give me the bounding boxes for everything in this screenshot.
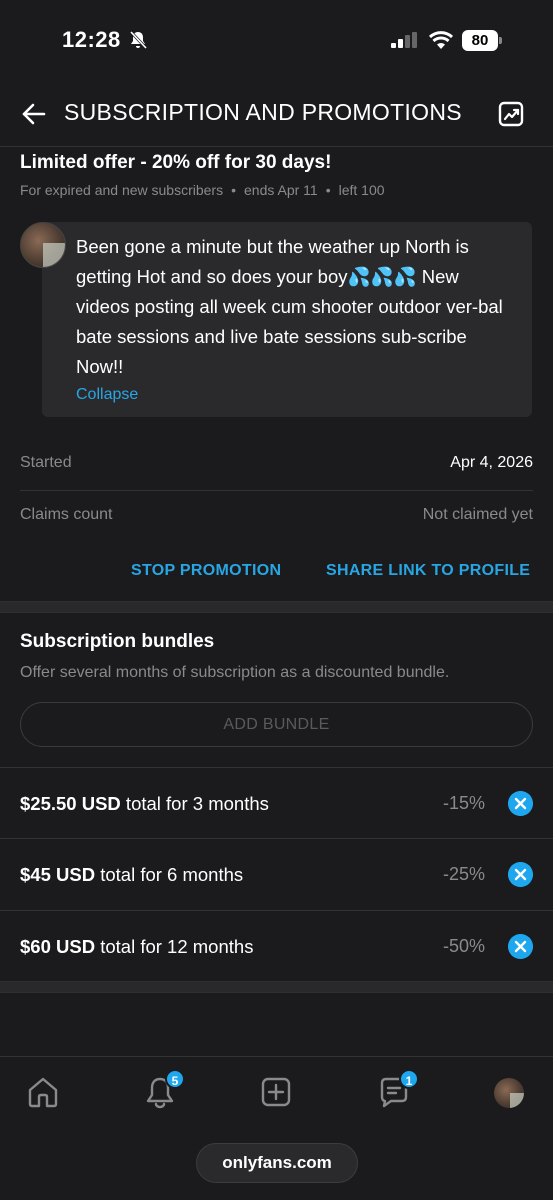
stop-promotion-button[interactable]: STOP PROMOTION <box>131 562 281 580</box>
bundle-discount: -25% <box>442 864 485 884</box>
bundles-title: Subscription bundles <box>20 631 215 652</box>
home-icon[interactable] <box>26 1075 60 1109</box>
back-arrow-icon[interactable] <box>20 100 48 128</box>
statistics-chart-icon[interactable] <box>497 100 525 128</box>
notifications-button[interactable]: 5 <box>143 1069 185 1109</box>
bundle-row: $45 USD total for 6 months -25% <box>0 838 553 910</box>
promotion-title: Limited offer - 20% off for 30 days! <box>20 152 332 173</box>
bundle-duration: total for 3 months <box>120 793 269 814</box>
section-separator <box>0 601 553 613</box>
claims-row: Claims count Not claimed yet <box>20 506 533 524</box>
app-header: SUBSCRIPTION AND PROMOTIONS <box>0 80 553 147</box>
profile-avatar[interactable] <box>494 1078 524 1108</box>
section-separator <box>0 981 553 993</box>
collapse-link[interactable]: Collapse <box>76 386 514 404</box>
started-row: Started Apr 4, 2026 <box>20 454 533 472</box>
bundle-duration: total for 12 months <box>95 936 254 957</box>
promotion-message: Been gone a minute but the weather up No… <box>76 236 503 377</box>
divider <box>20 490 533 491</box>
wifi-icon <box>428 31 454 49</box>
add-post-icon[interactable] <box>259 1075 293 1109</box>
remove-bundle-icon[interactable] <box>508 791 533 816</box>
share-link-button[interactable]: SHARE LINK TO PROFILE <box>326 562 530 580</box>
started-label: Started <box>20 454 72 471</box>
bundle-price: $60 USD <box>20 936 96 957</box>
bundle-description: $25.50 USD total for 3 months <box>20 793 269 815</box>
promotion-left: left 100 <box>338 182 385 198</box>
battery-level: 80 <box>462 30 498 51</box>
remove-bundle-icon[interactable] <box>508 862 533 887</box>
promotion-ends: ends Apr 11 <box>244 182 318 198</box>
browser-url-pill[interactable]: onlyfans.com <box>196 1143 358 1183</box>
claims-label: Claims count <box>20 506 113 523</box>
bundle-description: $60 USD total for 12 months <box>20 936 253 958</box>
clock: 12:28 <box>62 27 121 52</box>
bundle-row: $25.50 USD total for 3 months -15% <box>0 767 553 839</box>
bundle-duration: total for 6 months <box>95 864 244 885</box>
bell-off-icon <box>129 30 148 50</box>
notifications-badge: 5 <box>165 1069 185 1089</box>
claims-value: Not claimed yet <box>422 506 533 523</box>
promotion-message-bubble: Been gone a minute but the weather up No… <box>42 222 532 417</box>
messages-button[interactable]: 1 <box>377 1069 419 1109</box>
battery-icon: 80 <box>462 30 502 51</box>
started-value: Apr 4, 2026 <box>450 454 533 471</box>
remove-bundle-icon[interactable] <box>508 934 533 959</box>
bundle-price: $25.50 USD <box>20 793 121 814</box>
status-bar: 12:28 80 <box>0 0 553 80</box>
bundle-discount: -50% <box>442 936 485 956</box>
bundle-discount: -15% <box>442 793 485 813</box>
page-title: SUBSCRIPTION AND PROMOTIONS <box>64 99 462 125</box>
promotion-audience: For expired and new subscribers <box>20 182 224 198</box>
bundles-description: Offer several months of subscription as … <box>20 664 450 681</box>
promotion-meta: For expired and new subscribers • ends Apr… <box>20 182 385 198</box>
cellular-signal-icon <box>391 32 417 48</box>
bundle-row: $60 USD total for 12 months -50% <box>0 910 553 982</box>
add-bundle-button[interactable]: ADD BUNDLE <box>20 702 533 747</box>
creator-avatar[interactable] <box>20 222 66 268</box>
messages-badge: 1 <box>399 1069 419 1089</box>
bundle-description: $45 USD total for 6 months <box>20 864 243 886</box>
bundle-price: $45 USD <box>20 864 96 885</box>
